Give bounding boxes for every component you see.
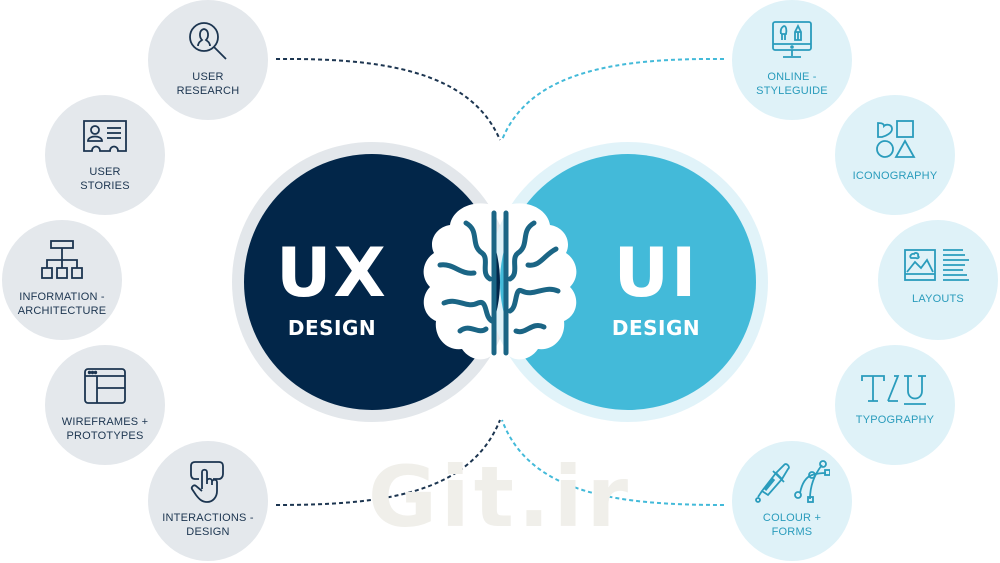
ux-item-user-research[interactable]: USER RESEARCH — [148, 0, 268, 120]
connector-online-styleguide — [501, 57, 725, 141]
ui-item-colour-forms[interactable]: COLOUR + FORMS — [732, 441, 852, 561]
ux-item-user-stories[interactable]: USER STORIES — [45, 95, 165, 215]
connector-user-research — [275, 57, 501, 141]
ux-item-wireframes-prototypes[interactable]: WIREFRAMES + PROTOTYPES — [45, 345, 165, 465]
ux-item-information-architecture[interactable]: INFORMATION - ARCHITECTURE — [2, 220, 122, 340]
ux-item-interactions-design[interactable]: INTERACTIONS - DESIGN — [148, 441, 268, 561]
ui-title: UI — [613, 234, 699, 313]
ux-ui-diagram: Git.ir UX DESIGN UI DESIGN USER RESEARCH… — [0, 0, 1000, 563]
ui-item-label: LAYOUTS — [912, 293, 964, 305]
browser-window-icon — [84, 368, 126, 404]
ui-item-typography[interactable]: TYPOGRAPHY — [835, 345, 955, 465]
ui-item-layouts[interactable]: LAYOUTS — [878, 220, 998, 340]
sitemap-icon — [41, 240, 83, 279]
ux-item-label: WIREFRAMES + PROTOTYPES — [61, 416, 149, 442]
ui-item-online-styleguide[interactable]: ONLINE - STYLEGUIDE — [732, 0, 852, 120]
image-text-layout-icon — [904, 249, 969, 281]
ux-item-label: USER RESEARCH — [176, 71, 240, 97]
watermark: Git.ir — [367, 448, 633, 546]
ui-item-label: ICONOGRAPHY — [852, 170, 938, 182]
touch-hand-icon — [190, 461, 224, 503]
ui-item-iconography[interactable]: ICONOGRAPHY — [835, 95, 955, 215]
ux-subtitle: DESIGN — [287, 316, 377, 340]
ui-item-label: ONLINE - STYLEGUIDE — [756, 71, 828, 97]
user-search-icon — [189, 22, 227, 60]
type-icon — [861, 375, 926, 405]
ui-item-label: TYPOGRAPHY — [855, 414, 935, 426]
ux-title: UX — [276, 234, 388, 313]
ui-title-block: UI DESIGN — [586, 234, 726, 340]
id-card-icon — [83, 120, 127, 152]
pipette-vector-icon — [755, 460, 830, 503]
monitor-brush-pencil-icon — [772, 21, 812, 58]
ux-item-label: INFORMATION - ARCHITECTURE — [17, 291, 107, 317]
ux-title-block: UX DESIGN — [262, 234, 402, 340]
ux-item-label: INTERACTIONS - DESIGN — [162, 512, 254, 538]
ux-item-label: USER STORIES — [80, 166, 130, 192]
ui-subtitle: DESIGN — [611, 316, 701, 340]
shapes-icon — [876, 120, 916, 158]
ui-item-label: COLOUR + FORMS — [762, 512, 822, 538]
